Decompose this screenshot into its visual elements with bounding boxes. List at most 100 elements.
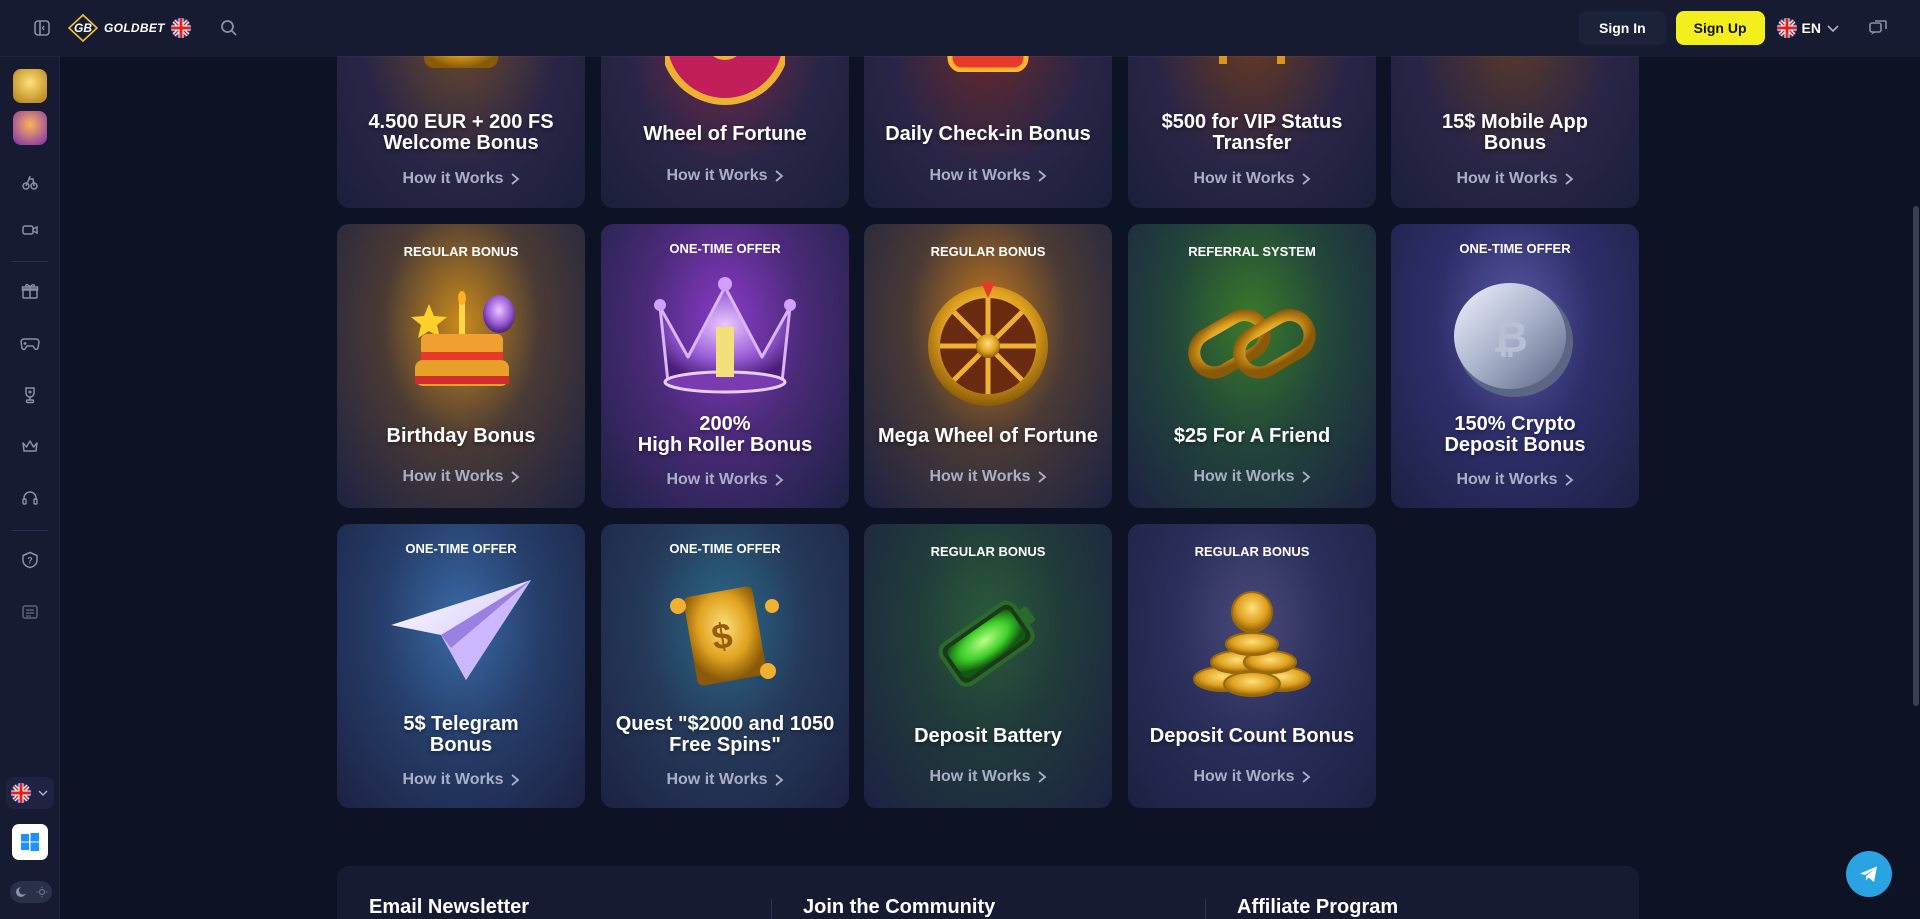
bonus-card[interactable]: REGULAR BONUS Birthday Bonus How it Work… [337,224,585,508]
card-tag: ONE-TIME OFFER [1459,241,1571,256]
sports-icon[interactable] [14,166,46,198]
bonus-card[interactable]: ONE-TIME OFFER 5$ Telegram Bonus How it … [337,524,585,808]
birthday-cake-icon [411,291,515,386]
how-it-works-link[interactable]: How it Works [337,771,585,789]
card-title: 4.500 EUR + 200 FS Welcome Bonus [368,111,554,154]
theme-toggle[interactable] [10,881,52,903]
how-it-works-label: How it Works [1193,468,1295,485]
card-title: Wheel of Fortune [643,123,807,145]
coin-stack-icon [1193,591,1311,697]
scroll-quest-icon: $ [670,586,779,686]
list-icon[interactable] [14,596,46,628]
how-it-works-link[interactable]: How it Works [864,768,1112,786]
email-newsletter-heading: Email Newsletter [369,896,530,918]
bonus-card[interactable]: ONE-TIME OFFER ₿ 150% Crypto Deposit Bon… [1391,224,1639,508]
how-it-works-label: How it Works [402,468,504,485]
how-it-works-link[interactable]: How it Works [601,471,849,489]
card-tag: REGULAR BONUS [930,544,1046,559]
how-it-works-link[interactable]: How it Works [601,771,849,789]
chevron-right-icon [1564,474,1573,486]
sign-up-button[interactable]: Sign Up [1675,11,1765,45]
crypto-coin-icon: ₿ [1454,283,1573,397]
language-code: EN [1801,20,1821,36]
search-icon[interactable] [215,14,243,42]
how-it-works-label: How it Works [402,771,504,788]
trophy-icon[interactable] [14,379,46,411]
how-it-works-label: How it Works [929,768,1031,785]
sign-in-button[interactable]: Sign In [1578,11,1666,45]
how-it-works-label: How it Works [666,167,768,184]
headset-icon[interactable] [14,482,46,514]
windows-app-icon[interactable] [12,824,48,860]
card-title: Deposit Count Bonus [1149,725,1355,747]
logo-text: GOLDBET [104,21,165,35]
uk-flag-icon [1776,18,1797,38]
sidebar-toggle-icon[interactable] [28,14,56,42]
chevron-right-icon [774,170,783,182]
card-title: Deposit Battery [914,725,1062,747]
card-title: $500 for VIP Status Transfer [1161,111,1343,154]
paper-plane-icon [391,580,531,680]
bonus-card[interactable]: REGULAR BONUS Deposit Count Bonus How it… [1128,524,1376,808]
footer-panel: Email Newsletter Join the Community Affi… [337,866,1639,919]
card-title: 5$ Telegram Bonus [403,713,519,756]
how-it-works-link[interactable]: How it Works [864,468,1112,486]
bonus-card[interactable]: ONE-TIME OFFER $ Quest "$2000 and 1050 F… [601,524,849,808]
how-it-works-label: How it Works [666,471,768,488]
how-it-works-link[interactable]: How it Works [1128,170,1376,188]
how-it-works-link[interactable]: How it Works [1128,468,1376,486]
crown-icon[interactable] [14,430,46,462]
gift-icon[interactable] [14,275,46,307]
gamepad-icon[interactable] [14,327,46,359]
chevron-right-icon [1301,771,1310,783]
how-it-works-link[interactable]: How it Works [337,170,585,188]
sidebar-divider [12,530,48,531]
chevron-right-icon [510,471,519,483]
card-title: 150% Crypto Deposit Bonus [1444,413,1586,456]
bonus-card[interactable]: REGULAR BONUS Mega Wheel of Fortune How … [864,224,1112,508]
chat-icon[interactable] [1864,14,1892,42]
goldbet-logo-icon: GB [68,14,98,42]
card-title: 15$ Mobile App Bonus [1442,111,1588,154]
card-tag: REFERRAL SYSTEM [1188,244,1316,259]
bonus-card[interactable]: REFERRAL SYSTEM $25 For A Friend How it … [1128,224,1376,508]
footer-divider [771,899,772,919]
chevron-right-icon [774,774,783,786]
sidebar: ? [0,56,60,919]
how-it-works-label: How it Works [402,170,504,187]
how-it-works-link[interactable]: How it Works [1128,768,1376,786]
sun-icon [36,886,47,898]
language-selector[interactable]: EN [1776,18,1840,38]
card-tag: REGULAR BONUS [403,244,519,259]
sidebar-divider [12,261,48,262]
how-it-works-link[interactable]: How it Works [864,167,1112,185]
chevron-right-icon [774,474,783,486]
how-it-works-label: How it Works [1456,170,1558,187]
card-tag: REGULAR BONUS [930,244,1046,259]
page-scrollbar[interactable] [1912,56,1920,919]
uk-flag-icon [170,18,191,38]
wheel-of-fortune-icon [928,282,1048,406]
chevron-right-icon [1037,170,1046,182]
svg-text:₿: ₿ [1492,313,1528,362]
moon-icon [15,886,27,897]
chevron-right-icon [1564,173,1573,185]
chevron-down-icon [38,790,48,797]
live-casino-icon[interactable] [14,214,46,246]
bonus-card[interactable]: ONE-TIME OFFER 200% High Roller Bonus Ho… [601,224,849,508]
sidebar-promo-thumb-purple[interactable] [13,111,47,145]
help-icon[interactable]: ? [14,544,46,576]
telegram-button[interactable] [1846,851,1892,897]
how-it-works-link[interactable]: How it Works [337,468,585,486]
logo[interactable]: GB GOLDBET [68,14,191,42]
scrollbar-thumb[interactable] [1913,206,1919,706]
sidebar-language-selector[interactable] [6,777,54,809]
bonus-card[interactable]: REGULAR BONUS Deposit Battery How it Wor… [864,524,1112,808]
how-it-works-link[interactable]: How it Works [601,167,849,185]
crown-icon [654,277,796,394]
sidebar-promo-thumb-gold[interactable] [13,69,47,103]
how-it-works-link[interactable]: How it Works [1391,471,1639,489]
footer-divider [1205,899,1206,919]
chevron-right-icon [1301,173,1310,185]
how-it-works-link[interactable]: How it Works [1391,170,1639,188]
